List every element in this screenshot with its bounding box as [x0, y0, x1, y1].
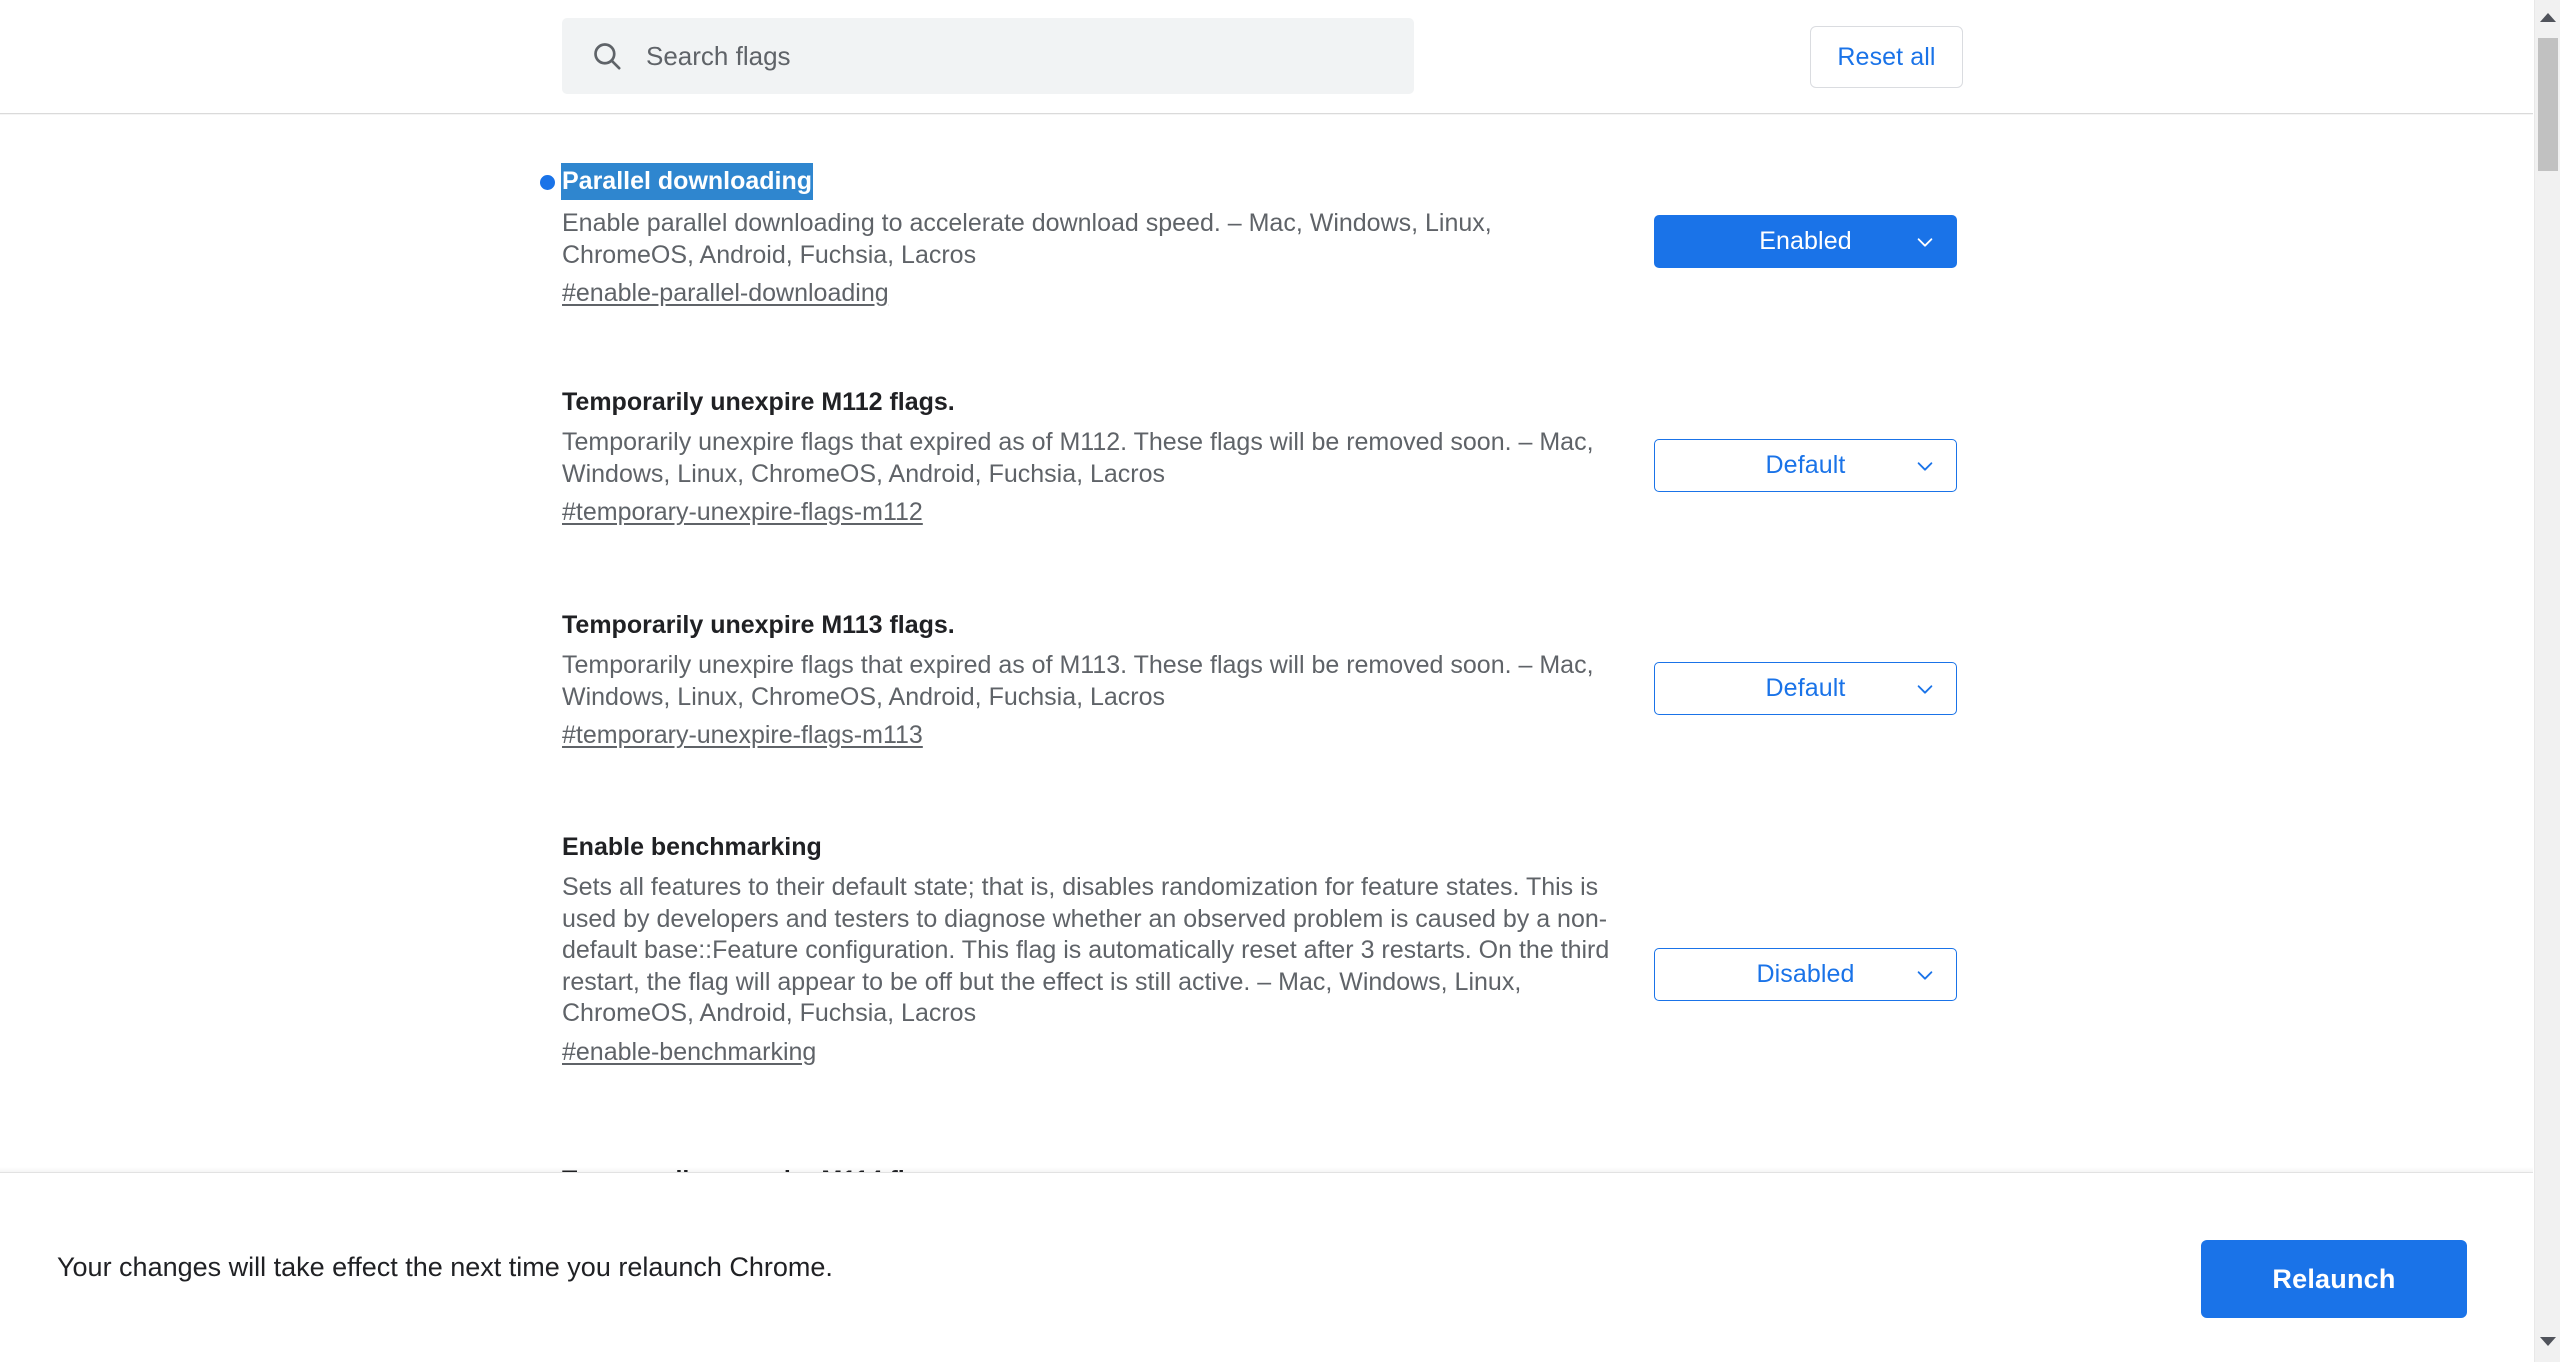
flags-page: Reset all Parallel downloading Enable par…: [0, 0, 2560, 1362]
clipped-flag-title: Temporarily unexpire M114 flags.: [562, 1163, 955, 1172]
flag-title: Parallel downloading: [561, 163, 813, 200]
chevron-down-icon: [1914, 964, 1936, 986]
flag-title-wrap: Temporarily unexpire M112 flags.: [562, 385, 1624, 419]
triangle-down-icon: [2540, 1337, 2556, 1346]
flag-title-wrap: Parallel downloading: [562, 163, 1562, 200]
flag-modified-dot-icon: [540, 175, 555, 190]
search-box[interactable]: [562, 18, 1414, 94]
flag-description: Temporarily unexpire flags that expired …: [562, 650, 1624, 713]
flag-state-label: Enabled: [1759, 227, 1851, 256]
flag-title-wrap: Enable benchmarking: [562, 830, 1652, 864]
flag-state-select[interactable]: Enabled: [1654, 215, 1957, 268]
flag-permalink[interactable]: #enable-benchmarking: [562, 1038, 816, 1067]
flag-description: Sets all features to their default state…: [562, 872, 1652, 1030]
flag-state-select[interactable]: Disabled: [1654, 948, 1957, 1001]
flag-description: Temporarily unexpire flags that expired …: [562, 427, 1624, 490]
scroll-down-button[interactable]: [2535, 1328, 2560, 1354]
flag-state-label: Default: [1766, 674, 1846, 703]
flag-permalink[interactable]: #temporary-unexpire-flags-m113: [562, 721, 923, 750]
chevron-down-icon: [1914, 231, 1936, 253]
search-icon: [590, 39, 624, 73]
flag-state-select[interactable]: Default: [1654, 662, 1957, 715]
reset-all-button[interactable]: Reset all: [1810, 26, 1963, 88]
flag-text-block: Parallel downloading Enable parallel down…: [562, 163, 1562, 308]
flag-title: Enable benchmarking: [562, 830, 822, 864]
relaunch-bar: Your changes will take effect the next t…: [0, 1172, 2533, 1362]
flag-state-label: Default: [1766, 451, 1846, 480]
flags-list[interactable]: Parallel downloading Enable parallel down…: [0, 115, 2533, 1172]
flag-permalink[interactable]: #temporary-unexpire-flags-m112: [562, 498, 923, 527]
flag-state-label: Disabled: [1756, 960, 1854, 989]
chevron-down-icon: [1914, 678, 1936, 700]
relaunch-message: Your changes will take effect the next t…: [57, 1249, 833, 1285]
scroll-up-button[interactable]: [2535, 4, 2560, 30]
chevron-down-icon: [1914, 455, 1936, 477]
vertical-scrollbar[interactable]: [2534, 0, 2560, 1362]
flag-text-block: Temporarily unexpire M112 flags. Temporar…: [562, 385, 1624, 527]
flags-header: Reset all: [0, 0, 2533, 114]
flag-description: Enable parallel downloading to accelerat…: [562, 208, 1562, 271]
flag-state-select[interactable]: Default: [1654, 439, 1957, 492]
relaunch-button[interactable]: Relaunch: [2201, 1240, 2467, 1318]
flag-text-block: Enable benchmarking Sets all features to …: [562, 830, 1652, 1067]
flag-permalink[interactable]: #enable-parallel-downloading: [562, 279, 889, 308]
flag-text-block: Temporarily unexpire M113 flags. Temporar…: [562, 608, 1624, 750]
flag-title: Temporarily unexpire M113 flags.: [562, 608, 955, 642]
scrollbar-thumb[interactable]: [2538, 38, 2558, 171]
triangle-up-icon: [2540, 13, 2556, 22]
flag-title-wrap: Temporarily unexpire M113 flags.: [562, 608, 1624, 642]
flag-title: Temporarily unexpire M112 flags.: [562, 385, 955, 419]
search-input[interactable]: [646, 36, 1414, 76]
